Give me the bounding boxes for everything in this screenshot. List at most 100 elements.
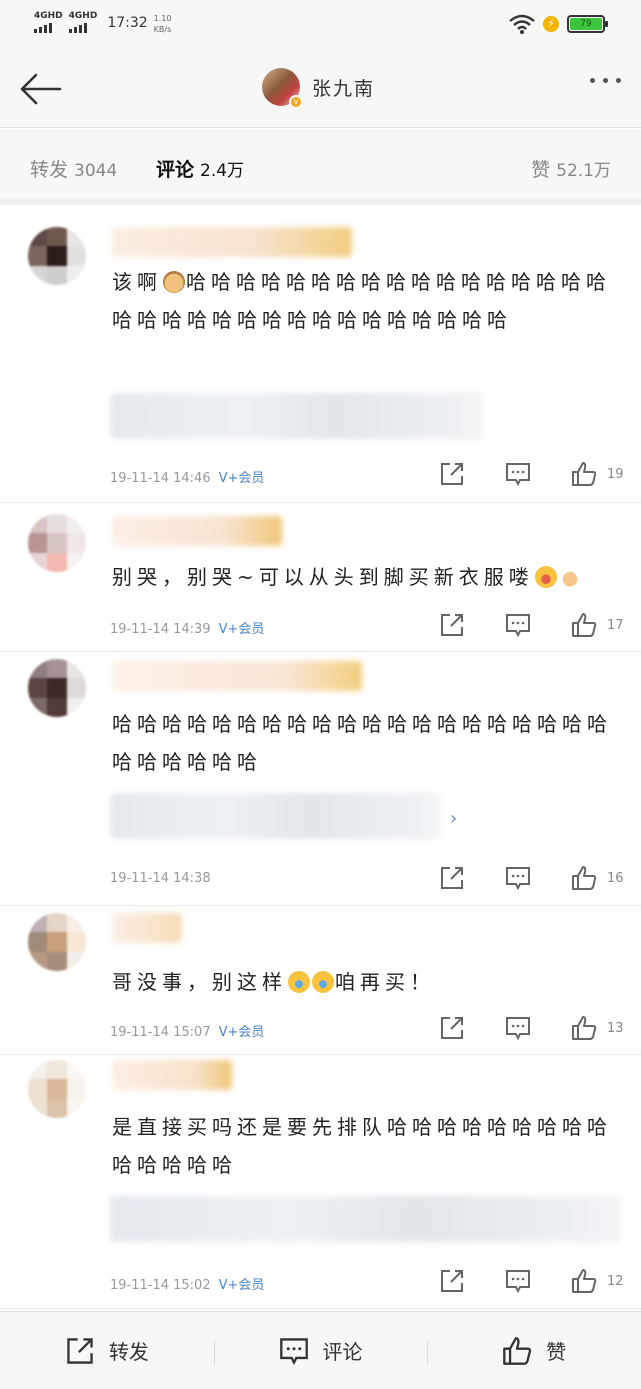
crying-laughing-emoji-icon <box>288 971 310 993</box>
tab-repost-label: 转发 <box>30 159 69 181</box>
comment-time: 19-11-14 15:07 <box>110 1025 211 1040</box>
share-icon[interactable] <box>439 461 465 487</box>
avatar[interactable] <box>28 1060 86 1118</box>
clock: 17:32 <box>107 15 148 31</box>
like-count: 17 <box>607 617 624 633</box>
like-count: 12 <box>607 1273 624 1289</box>
list-item: 哥没事，别这样 咱再买！ 19-11-14 15:07 V+会员 13 <box>0 907 641 1055</box>
comment-text-part: 别哭，别哭~可以从头到脚买新衣服喽 <box>112 565 534 589</box>
like-icon[interactable] <box>571 461 597 487</box>
bottom-action-bar: 转发 评论 赞 <box>0 1311 641 1389</box>
like-icon[interactable] <box>571 1015 597 1041</box>
username-blurred[interactable] <box>112 227 352 257</box>
arrow-left-icon[interactable] <box>18 72 62 106</box>
repost-button[interactable]: 转发 <box>0 1336 214 1366</box>
share-icon[interactable] <box>439 865 465 891</box>
chevron-right-icon[interactable]: › <box>450 808 457 829</box>
net-speed: 1.10 KB/s <box>154 12 172 34</box>
comment-meta: 19-11-14 15:02 V+会员 <box>110 1274 264 1293</box>
vip-badge[interactable]: V+会员 <box>219 471 265 486</box>
share-icon[interactable] <box>439 1268 465 1294</box>
comment-icon[interactable] <box>505 1268 531 1294</box>
username-blurred[interactable] <box>112 1060 232 1090</box>
interaction-tabs: 转发 3044 评论 2.4万 赞 52.1万 <box>0 129 641 205</box>
like-button[interactable]: 赞 <box>427 1336 641 1366</box>
tab-comment[interactable]: 评论 2.4万 <box>156 155 244 182</box>
reply-preview-blurred[interactable] <box>110 793 440 839</box>
tab-like[interactable]: 赞 52.1万 <box>531 155 611 182</box>
username-blurred[interactable] <box>112 913 182 943</box>
repost-label: 转发 <box>108 1340 149 1364</box>
comment-icon[interactable] <box>505 1015 531 1041</box>
comment-meta: 19-11-14 14:39 V+会员 <box>110 618 264 637</box>
comment-actions: 19 <box>399 461 624 487</box>
comment-meta: 19-11-14 15:07 V+会员 <box>110 1021 264 1040</box>
avatar[interactable] <box>28 659 86 717</box>
verified-badge-icon: v <box>289 95 303 109</box>
wifi-icon <box>509 14 535 34</box>
comment-actions: 16 <box>399 865 624 891</box>
comment-text-part: 哥没事，别这样 <box>112 970 287 994</box>
reply-preview-blurred[interactable] <box>110 393 482 439</box>
tab-repost[interactable]: 转发 3044 <box>30 155 117 182</box>
like-icon[interactable] <box>571 612 597 638</box>
net-speed-value: 1.10 <box>153 14 172 23</box>
tab-repost-count: 3044 <box>74 161 118 181</box>
signal-1: 4GHD <box>34 12 63 33</box>
comment-text-part: 该啊 <box>112 270 162 294</box>
comment-text: 哈哈哈哈哈哈哈哈哈哈哈哈哈哈哈哈哈哈哈哈哈哈哈哈哈哈 <box>112 705 622 781</box>
author-name[interactable]: 张九南 <box>312 74 375 101</box>
comment-button[interactable]: 评论 <box>213 1336 428 1366</box>
post-author[interactable]: v 张九南 <box>262 68 375 109</box>
battery-level: 79 <box>570 18 602 30</box>
comment-time: 19-11-14 14:38 <box>110 871 211 886</box>
comment-text-part: 咱再买！ <box>335 970 435 994</box>
avatar[interactable] <box>28 227 86 285</box>
tongue-emoji-icon <box>534 566 557 588</box>
comment-text: 哥没事，别这样 咱再买！ <box>112 963 622 1001</box>
comment-icon[interactable] <box>505 865 531 891</box>
like-label: 赞 <box>546 1340 567 1364</box>
share-icon <box>67 1337 93 1364</box>
like-count: 13 <box>607 1020 624 1036</box>
comment-actions: 17 <box>399 612 624 638</box>
comment-time: 19-11-14 14:46 <box>110 471 211 486</box>
like-count: 19 <box>607 466 624 482</box>
comment-time: 19-11-14 15:02 <box>110 1278 211 1293</box>
comment-actions: 12 <box>399 1268 624 1294</box>
avatar[interactable] <box>28 514 86 572</box>
more-dots-icon[interactable] <box>590 78 621 83</box>
network-type-1: 4GHD <box>34 11 63 21</box>
username-blurred[interactable] <box>112 516 282 546</box>
vip-badge[interactable]: V+会员 <box>219 1278 265 1293</box>
list-item: 该啊 哈哈哈哈哈哈哈哈哈哈哈哈哈哈哈哈哈哈哈哈哈哈哈哈哈哈哈哈哈哈哈哈哈 19-1… <box>0 205 641 503</box>
signal-bars-icon <box>34 23 52 33</box>
tab-like-label: 赞 <box>531 159 551 181</box>
share-icon[interactable] <box>439 612 465 638</box>
comment-label: 评论 <box>322 1340 363 1364</box>
crying-laughing-emoji-icon <box>312 971 334 993</box>
comment-text-part: 是直接买吗还是要先排队哈哈哈哈哈哈哈哈哈哈哈哈哈哈 <box>112 1115 612 1177</box>
list-item: 哈哈哈哈哈哈哈哈哈哈哈哈哈哈哈哈哈哈哈哈哈哈哈哈哈哈 › 19-11-14 14… <box>0 653 641 906</box>
like-icon[interactable] <box>571 865 597 891</box>
vip-badge[interactable]: V+会员 <box>219 1025 265 1040</box>
comment-text: 该啊 哈哈哈哈哈哈哈哈哈哈哈哈哈哈哈哈哈哈哈哈哈哈哈哈哈哈哈哈哈哈哈哈哈 <box>112 263 622 339</box>
reply-preview-blurred[interactable] <box>110 1196 620 1242</box>
share-icon[interactable] <box>439 1015 465 1041</box>
comment-meta: 19-11-14 14:38 <box>110 871 211 886</box>
victory-hand-emoji-icon <box>558 566 581 588</box>
tab-like-count: 52.1万 <box>556 161 611 181</box>
like-icon[interactable] <box>571 1268 597 1294</box>
network-type-2: 4GHD <box>68 11 98 21</box>
comment-icon[interactable] <box>505 612 531 638</box>
tab-comment-count: 2.4万 <box>200 161 245 181</box>
avatar[interactable]: v <box>262 68 303 109</box>
comment-icon[interactable] <box>505 461 531 487</box>
list-item: 别哭，别哭~可以从头到脚买新衣服喽 19-11-14 14:39 V+会员 17 <box>0 504 641 652</box>
username-blurred[interactable] <box>112 661 362 691</box>
vip-badge[interactable]: V+会员 <box>219 622 265 637</box>
battery-icon: 79 <box>567 15 608 33</box>
like-count: 16 <box>607 870 624 886</box>
avatar[interactable] <box>28 913 86 971</box>
comment-text: 别哭，别哭~可以从头到脚买新衣服喽 <box>112 558 622 596</box>
